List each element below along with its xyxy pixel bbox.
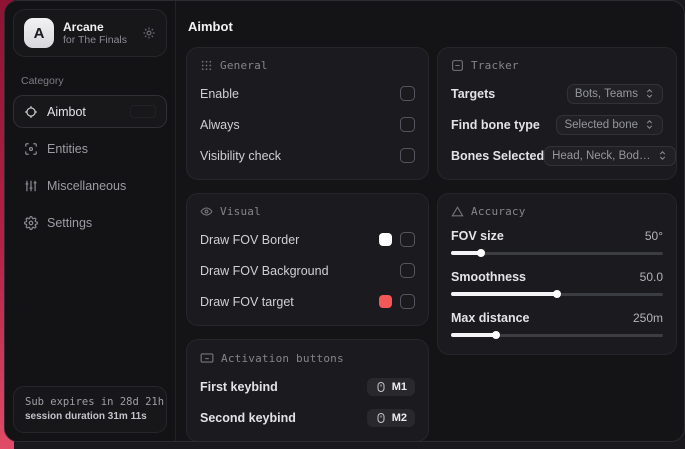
fov-size-slider[interactable] — [451, 247, 663, 259]
draw-fov-background-checkbox[interactable] — [400, 263, 415, 278]
sub-expiry-text: Sub expires in 28d 21h — [25, 396, 165, 408]
triangle-icon — [451, 205, 464, 218]
sidebar-item-settings[interactable]: Settings — [13, 206, 167, 239]
enable-checkbox[interactable] — [400, 86, 415, 101]
mouse-icon — [375, 381, 387, 393]
setting-row-draw-fov-target: Draw FOV target — [200, 291, 415, 312]
app-logo: A — [24, 18, 54, 48]
card-title-label: Accuracy — [471, 205, 526, 218]
smoothness-slider[interactable] — [451, 288, 663, 300]
sliders-icon — [24, 179, 38, 193]
sidebar-item-label: Settings — [47, 215, 93, 230]
setting-row-first-keybind: First keybind M1 — [200, 376, 415, 397]
card-general: General Enable Always Visibility check — [186, 47, 429, 180]
mouse-icon — [375, 412, 387, 424]
card-accuracy: Accuracy FOV size 50° Smoothness 50.0 Ma… — [437, 193, 677, 355]
select-value: Selected bone — [564, 118, 638, 131]
targets-select[interactable]: Bots, Teams — [566, 83, 663, 104]
sidebar-item-miscellaneous[interactable]: Miscellaneous — [13, 169, 167, 202]
slider-thumb[interactable] — [476, 249, 485, 257]
crosshair-icon — [24, 105, 38, 119]
keyboard-icon — [200, 351, 214, 365]
slider-thumb[interactable] — [553, 290, 561, 298]
color-swatch[interactable] — [379, 233, 392, 246]
sidebar-item-label: Aimbot — [47, 104, 86, 119]
keybind-value: M2 — [391, 411, 407, 424]
app-title: Arcane — [63, 19, 104, 34]
card-title-label: Activation buttons — [221, 351, 344, 365]
select-value: Head, Neck, Body, Pe... — [552, 149, 651, 162]
card-visual: Visual Draw FOV Border Draw FOV Backgrou… — [186, 193, 429, 326]
find-bone-type-select[interactable]: Selected bone — [556, 114, 663, 135]
setting-row-always: Always — [200, 114, 415, 135]
visibility-check-checkbox[interactable] — [400, 148, 415, 163]
session-duration-text: session duration 31m 11s — [25, 411, 147, 422]
card-tracker: Tracker Targets Bots, Teams Find bone ty… — [437, 47, 677, 180]
select-value: Bots, Teams — [574, 87, 638, 100]
color-swatch[interactable] — [379, 295, 392, 308]
chevrons-up-down-icon — [644, 119, 655, 130]
setting-row-smoothness: Smoothness 50.0 — [451, 270, 663, 300]
page-title: Aimbot — [188, 19, 233, 34]
gear-icon[interactable] — [142, 26, 156, 40]
category-label: Category — [21, 75, 64, 87]
setting-row-fov-size: FOV size 50° — [451, 229, 663, 259]
draw-fov-target-checkbox[interactable] — [400, 294, 415, 309]
app-header[interactable]: A Arcane for The Finals — [13, 9, 167, 57]
card-title-label: Visual — [220, 205, 261, 218]
frame-minus-icon — [451, 59, 464, 72]
slider-thumb[interactable] — [491, 331, 500, 339]
second-keybind-button[interactable]: M2 — [366, 408, 415, 427]
grid-dots-icon — [200, 59, 213, 72]
max-distance-slider[interactable] — [451, 329, 663, 341]
setting-row-targets: Targets Bots, Teams — [451, 83, 663, 104]
card-title-label: General — [220, 59, 268, 72]
slider-value: 50° — [644, 229, 663, 243]
setting-row-draw-fov-border: Draw FOV Border — [200, 229, 415, 250]
setting-row-second-keybind: Second keybind M2 — [200, 407, 415, 428]
card-title-label: Tracker — [471, 59, 519, 72]
keybind-value: M1 — [391, 380, 407, 393]
sidebar-item-label: Miscellaneous — [47, 178, 127, 193]
setting-row-enable: Enable — [200, 83, 415, 104]
setting-row-find-bone-type: Find bone type Selected bone — [451, 114, 663, 135]
sidebar-item-entities[interactable]: Entities — [13, 132, 167, 165]
app-subtitle: for The Finals — [63, 33, 127, 46]
draw-fov-border-checkbox[interactable] — [400, 232, 415, 247]
app-window: A Arcane for The Finals Category Aimbot — [4, 0, 685, 442]
scan-eye-icon — [24, 142, 38, 156]
gear-icon — [24, 215, 38, 230]
setting-row-draw-fov-background: Draw FOV Background — [200, 260, 415, 281]
bones-selected-select[interactable]: Head, Neck, Body, Pe... — [544, 145, 677, 166]
sidebar: A Arcane for The Finals Category Aimbot — [5, 1, 176, 441]
subscription-info: Sub expires in 28d 21h session duration … — [13, 386, 167, 433]
sidebar-item-label: Entities — [47, 141, 88, 156]
setting-row-bones-selected: Bones Selected Head, Neck, Body, Pe... — [451, 145, 677, 166]
always-checkbox[interactable] — [400, 117, 415, 132]
slider-value: 250m — [632, 311, 663, 325]
hotkey-hint — [130, 105, 156, 118]
sidebar-item-aimbot[interactable]: Aimbot — [13, 95, 167, 128]
setting-row-visibility-check: Visibility check — [200, 145, 415, 166]
card-activation-buttons: Activation buttons First keybind M1 Seco… — [186, 339, 429, 441]
slider-value: 50.0 — [639, 270, 663, 284]
setting-row-max-distance: Max distance 250m — [451, 311, 663, 341]
chevrons-up-down-icon — [644, 88, 655, 99]
chevrons-up-down-icon — [657, 150, 668, 161]
first-keybind-button[interactable]: M1 — [366, 377, 415, 396]
main-panel: Aimbot General Enable Always Visibility … — [176, 1, 684, 441]
eye-icon — [200, 205, 213, 218]
sidebar-nav: Aimbot Entities Miscellaneous Settings — [5, 95, 175, 239]
